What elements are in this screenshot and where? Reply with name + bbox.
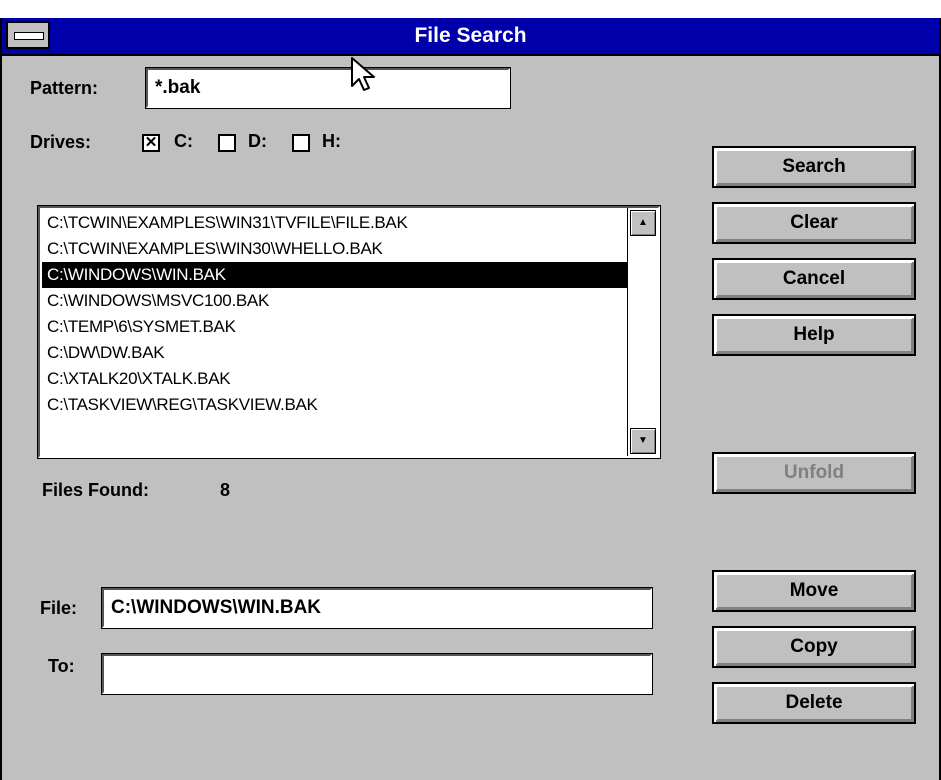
- vertical-scrollbar[interactable]: ▲ ▼: [627, 208, 658, 456]
- files-found-count: 8: [220, 480, 231, 500]
- list-item[interactable]: C:\TCWIN\EXAMPLES\WIN30\WHELLO.BAK: [42, 236, 628, 262]
- file-field[interactable]: C:\WINDOWS\WIN.BAK: [101, 587, 653, 629]
- drive-c-label: C:: [174, 131, 193, 151]
- scroll-up-arrow-icon[interactable]: ▲: [630, 210, 656, 236]
- drive-d-label: D:: [248, 131, 267, 151]
- move-button[interactable]: Move: [712, 570, 916, 612]
- drive-h-label: H:: [322, 131, 341, 151]
- search-button[interactable]: Search: [712, 146, 916, 188]
- drive-h-checkbox[interactable]: [292, 134, 310, 152]
- list-item[interactable]: C:\WINDOWS\MSVC100.BAK: [42, 288, 628, 314]
- window-title: File Search: [414, 24, 527, 47]
- pattern-input[interactable]: *.bak: [145, 67, 511, 109]
- file-label: File:: [40, 598, 78, 618]
- list-item[interactable]: C:\TASKVIEW\REG\TASKVIEW.BAK: [42, 392, 628, 418]
- cancel-button[interactable]: Cancel: [712, 258, 916, 300]
- title-bar: File Search: [2, 18, 939, 56]
- help-button[interactable]: Help: [712, 314, 916, 356]
- files-found-label: Files Found:: [42, 480, 149, 500]
- delete-button[interactable]: Delete: [712, 682, 916, 724]
- list-item[interactable]: C:\DW\DW.BAK: [42, 340, 628, 366]
- drive-c-checkbox[interactable]: ✕: [142, 134, 160, 152]
- list-item[interactable]: C:\TEMP\6\SYSMET.BAK: [42, 314, 628, 340]
- drive-d-checkbox[interactable]: [218, 134, 236, 152]
- list-item[interactable]: C:\XTALK20\XTALK.BAK: [42, 366, 628, 392]
- to-field[interactable]: [101, 653, 653, 695]
- mouse-cursor-icon: [351, 57, 375, 91]
- list-item-selected[interactable]: C:\WINDOWS\WIN.BAK: [42, 262, 628, 288]
- file-search-window: File Search Pattern: *.bak Drives: ✕ C: …: [0, 18, 941, 780]
- list-item[interactable]: C:\TCWIN\EXAMPLES\WIN31\TVFILE\FILE.BAK: [42, 210, 628, 236]
- clear-button[interactable]: Clear: [712, 202, 916, 244]
- scroll-down-arrow-icon[interactable]: ▼: [630, 428, 656, 454]
- copy-button[interactable]: Copy: [712, 626, 916, 668]
- to-label: To:: [48, 656, 75, 676]
- results-listbox[interactable]: C:\TCWIN\EXAMPLES\WIN31\TVFILE\FILE.BAK …: [37, 205, 661, 459]
- drives-label: Drives:: [30, 132, 92, 152]
- pattern-label: Pattern:: [30, 78, 99, 98]
- unfold-button[interactable]: Unfold: [712, 452, 916, 494]
